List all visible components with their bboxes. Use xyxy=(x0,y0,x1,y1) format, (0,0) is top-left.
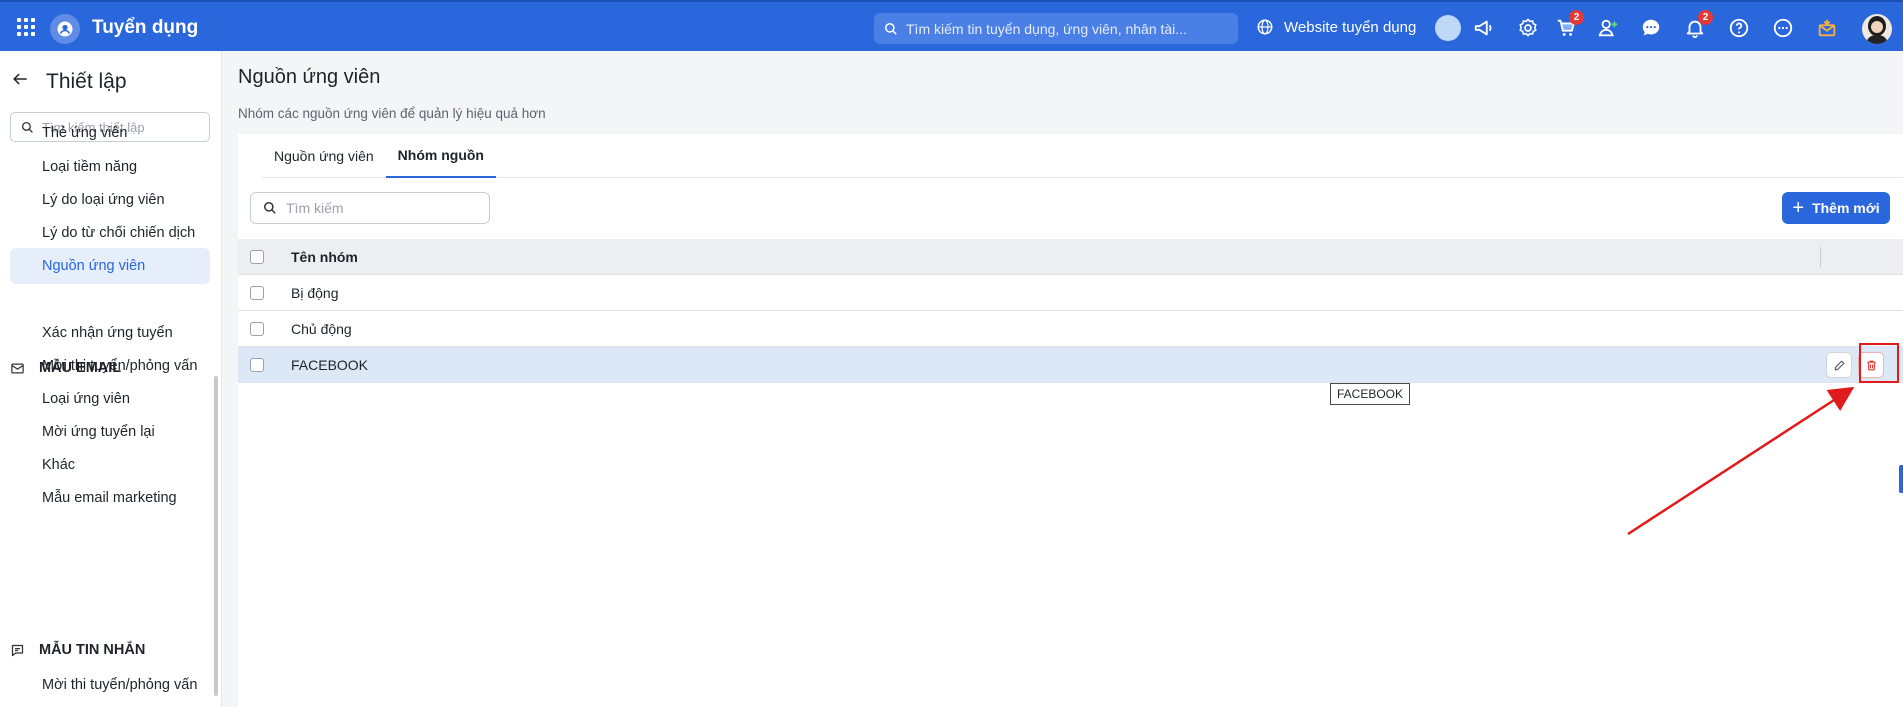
apps-grid-icon[interactable] xyxy=(17,18,35,36)
group-search-input[interactable] xyxy=(286,200,486,216)
table-row[interactable]: Bị động xyxy=(238,275,1903,311)
sidebar-item-sms-interview-invite[interactable]: Mời thi tuyển/phỏng vấn xyxy=(10,667,210,703)
table-row[interactable]: Chủ động xyxy=(238,311,1903,347)
row-checkbox[interactable] xyxy=(250,321,264,336)
bell-icon[interactable]: 2 xyxy=(1683,10,1713,40)
app-title[interactable]: Tuyển dụng xyxy=(92,17,198,39)
sidebar-item-label: Mời thi tuyển/phỏng vấn xyxy=(42,677,198,693)
assistant-avatar[interactable] xyxy=(1435,15,1461,41)
column-header-group-name: Tên nhóm xyxy=(291,248,358,265)
tab-candidate-sources[interactable]: Nguồn ứng viên xyxy=(262,134,386,178)
settings-sidebar: Thiết lập Thẻ ứng viên Loại tiềm năng Lý… xyxy=(0,51,222,707)
sidebar-scrollbar[interactable] xyxy=(214,376,218,696)
section-sms-templates: MẪU TIN NHẮN xyxy=(10,642,145,658)
side-tab[interactable] xyxy=(1899,465,1903,493)
delete-highlight-box xyxy=(1859,343,1899,383)
cart-badge: 2 xyxy=(1569,10,1584,25)
website-link[interactable]: Website tuyển dụng xyxy=(1256,18,1416,36)
sidebar-item-label: Thẻ ứng viên xyxy=(42,125,128,141)
group-name-cell: Chủ động xyxy=(291,320,352,337)
section-label: MẪU TIN NHẮN xyxy=(39,642,146,658)
sidebar-item-application-confirmation[interactable]: Xác nhận ứng tuyển xyxy=(10,315,210,351)
add-new-label: Thêm mới xyxy=(1812,200,1880,216)
megaphone-icon[interactable] xyxy=(1472,16,1496,40)
user-avatar[interactable] xyxy=(1862,14,1892,44)
tab-bar: Nguồn ứng viên Nhóm nguồn xyxy=(262,134,1903,178)
sidebar-item-marketing-email[interactable]: Mẫu email marketing xyxy=(10,480,210,516)
row-checkbox[interactable] xyxy=(250,357,264,372)
groups-table: Tên nhóm Bị động Chủ động FACEBOOK xyxy=(238,239,1903,383)
main-panel: Nguồn ứng viên Nhóm nguồn + Thêm mới Tên… xyxy=(238,134,1903,707)
back-arrow-icon[interactable] xyxy=(10,69,30,94)
sidebar-item-interview-invite[interactable]: Mời thi tuyển/phỏng vấn xyxy=(10,348,210,384)
sidebar-item-label: Loại tiềm năng xyxy=(42,159,138,175)
sidebar-item-label: Mẫu email marketing xyxy=(42,490,177,506)
sidebar-item-label: Lý do từ chối chiến dịch xyxy=(42,225,196,241)
notification-badge: 2 xyxy=(1698,10,1713,25)
globe-icon xyxy=(1257,19,1273,35)
top-bar: Tuyển dụng Website tuyển dụng 2 2 xyxy=(0,0,1903,51)
row-checkbox[interactable] xyxy=(250,285,264,300)
group-search[interactable] xyxy=(250,192,490,224)
sidebar-item-label: Xác nhận ứng tuyển xyxy=(42,325,173,341)
chat-icon[interactable] xyxy=(1639,16,1663,40)
sidebar-item-label: Khác xyxy=(42,457,76,473)
sidebar-item-label: Mời ứng tuyển lại xyxy=(42,424,155,440)
sidebar-item-reject-candidate[interactable]: Loại ứng viên xyxy=(10,381,210,417)
more-icon[interactable] xyxy=(1771,16,1795,40)
gift-icon[interactable] xyxy=(1815,16,1839,40)
group-name-cell: FACEBOOK xyxy=(291,356,369,373)
edit-button[interactable] xyxy=(1826,352,1852,378)
row-tooltip: FACEBOOK xyxy=(1330,383,1411,405)
global-search[interactable] xyxy=(874,13,1238,44)
message-icon xyxy=(11,644,24,656)
plus-icon: + xyxy=(1792,197,1805,219)
sidebar-title: Thiết lập xyxy=(46,69,127,93)
sidebar-item-label: Mời thi tuyển/phỏng vấn xyxy=(42,358,198,374)
sidebar-item-potential-types[interactable]: Loại tiềm năng xyxy=(10,149,210,185)
sidebar-header: Thiết lập xyxy=(10,69,127,94)
website-label: Website tuyển dụng xyxy=(1284,18,1417,36)
cart-icon[interactable]: 2 xyxy=(1554,10,1584,40)
sidebar-item-candidate-tags[interactable]: Thẻ ứng viên xyxy=(10,115,210,151)
sidebar-item-candidate-sources[interactable]: Nguồn ứng viên xyxy=(10,248,210,284)
sidebar-item-other[interactable]: Khác xyxy=(10,447,210,483)
group-name-cell: Bị động xyxy=(291,284,339,301)
search-icon xyxy=(264,202,276,214)
app-logo-icon xyxy=(50,14,80,44)
sidebar-item-label: Nguồn ứng viên xyxy=(42,258,146,274)
column-divider xyxy=(1820,247,1821,267)
gear-icon[interactable] xyxy=(1516,16,1540,40)
help-icon[interactable] xyxy=(1727,16,1751,40)
sidebar-item-reapply-invite[interactable]: Mời ứng tuyển lại xyxy=(10,414,210,450)
tab-source-groups[interactable]: Nhóm nguồn xyxy=(385,134,496,178)
add-new-button[interactable]: + Thêm mới xyxy=(1782,192,1890,224)
page-description: Nhóm các nguồn ứng viên để quản lý hiệu … xyxy=(238,106,546,121)
sidebar-item-rejection-reasons[interactable]: Lý do loại ứng viên xyxy=(10,182,210,218)
table-row[interactable]: FACEBOOK xyxy=(238,347,1903,383)
sidebar-item-label: Loại ứng viên xyxy=(42,391,130,407)
add-user-icon[interactable] xyxy=(1596,16,1620,40)
table-header: Tên nhóm xyxy=(238,239,1903,275)
search-icon xyxy=(885,22,897,35)
pencil-icon xyxy=(1834,360,1844,370)
select-all-checkbox[interactable] xyxy=(250,249,264,264)
sidebar-item-campaign-decline-reasons[interactable]: Lý do từ chối chiến dịch xyxy=(10,215,210,251)
sidebar-item-label: Lý do loại ứng viên xyxy=(42,192,165,208)
page-title: Nguồn ứng viên xyxy=(238,66,381,88)
global-search-input[interactable] xyxy=(906,20,1226,37)
